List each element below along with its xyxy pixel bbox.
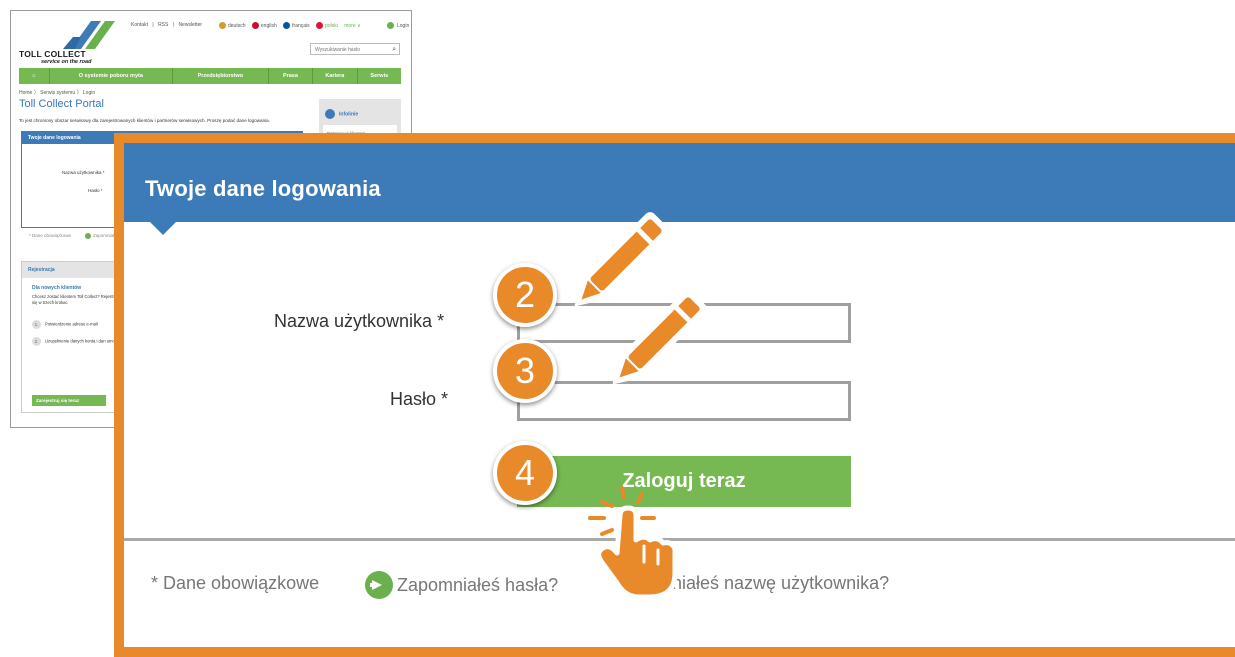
nav-item-service[interactable]: Serwis [358,68,401,84]
infoline-label: Infolinie [339,111,359,118]
step-text: Uzupełnienie danych konta i dan umowy [45,338,120,344]
logo-tagline: service on the road [41,59,92,65]
mini-pass-label: Hasło * [88,188,103,193]
username-label: Nazwa użytkownika * [274,311,445,331]
password-label: Hasło * [390,389,449,409]
header-notch [150,222,176,235]
hand-pointer-icon [588,486,678,600]
register-button[interactable]: Zarejestruj się teraz [32,395,106,406]
main-nav: ⌂ O systemie poboru myta Przedsiębiorstw… [19,68,401,84]
mini-forgot-label: Zapomniałe [93,233,117,239]
mini-forgot-link[interactable]: Zapomniałe [85,233,117,239]
language-selector: deutsch english français polski more ∨ [214,22,361,29]
forgot-username-link[interactable]: mniałeś nazwę użytkownika? [657,573,889,594]
polish-flag-icon [316,22,324,29]
forgot-password-link[interactable]: Zapomniałeś hasła? [365,571,558,599]
nav-home-icon[interactable]: ⌂ [19,68,50,84]
step-badge-3: 3 [493,339,557,403]
nav-item-career[interactable]: Kariera [313,68,358,84]
top-link-separator: | [172,22,175,28]
nav-item-system[interactable]: O systemie poboru myta [50,68,173,84]
search-input[interactable]: Wyszukiwanie hasło ⌕ [310,43,400,55]
breadcrumb: Home 〉 Serwis systemu 〉 Login [19,90,96,96]
step-number: 2. [32,337,41,346]
french-flag-icon [283,22,291,29]
nav-item-company[interactable]: Przedsiębiorstwo [173,68,269,84]
top-links: Kontakt | RSS | Newsletter [131,22,205,28]
toll-collect-logo: TOLL COLLECT service on the road [19,19,129,71]
intro-text: To jest chroniony obszar serwisowy dla z… [19,118,270,123]
login-panel-header: Twoje dane logowania [124,143,1235,222]
lang-more[interactable]: more ∨ [344,23,360,29]
step-text: Potwierdzenie adresu e-mail [45,321,98,327]
top-login-label: Login [397,22,410,29]
search-placeholder: Wyszukiwanie hasło [315,47,360,53]
lang-polski[interactable]: polski [325,23,338,29]
german-flag-icon [219,22,226,29]
top-link-kontakt[interactable]: Kontakt [131,22,148,28]
top-login-link[interactable]: Login [387,22,409,29]
logo-brand: TOLL COLLECT [19,49,86,59]
step-number: 1. [32,320,41,329]
infoline-title: Infolinie [325,109,358,119]
nav-item-press[interactable]: Prasa [269,68,314,84]
english-flag-icon [251,22,259,29]
lang-deutsch[interactable]: deutsch [228,23,246,29]
top-link-rss[interactable]: RSS [158,22,168,28]
registration-subtitle: Dla nowych klientów [32,285,82,291]
top-link-newsletter[interactable]: Newsletter [178,22,202,28]
forward-arrow-icon [85,233,91,239]
pencil-icon [612,290,707,385]
forgot-password-label: Zapomniałeś hasła? [397,574,559,595]
lang-francais[interactable]: français [292,23,310,29]
forward-arrow-icon [365,571,393,599]
phone-icon [325,109,335,119]
login-panel-title: Twoje dane logowania [145,176,381,201]
logo-mark-icon [63,21,115,49]
page-title: Toll Collect Portal [19,98,104,110]
step-badge-4: 4 [493,441,557,505]
user-icon [387,22,394,29]
mini-required-note: * Dane obowiązkowe [29,233,72,238]
step-badge-2: 2 [493,263,557,327]
top-link-separator: | [152,22,154,28]
lang-english[interactable]: english [261,23,277,29]
mini-user-label: Nazwa użytkownika * [62,170,105,175]
required-fields-note: * Dane obowiązkowe [151,573,320,593]
search-icon[interactable]: ⌕ [392,44,396,56]
